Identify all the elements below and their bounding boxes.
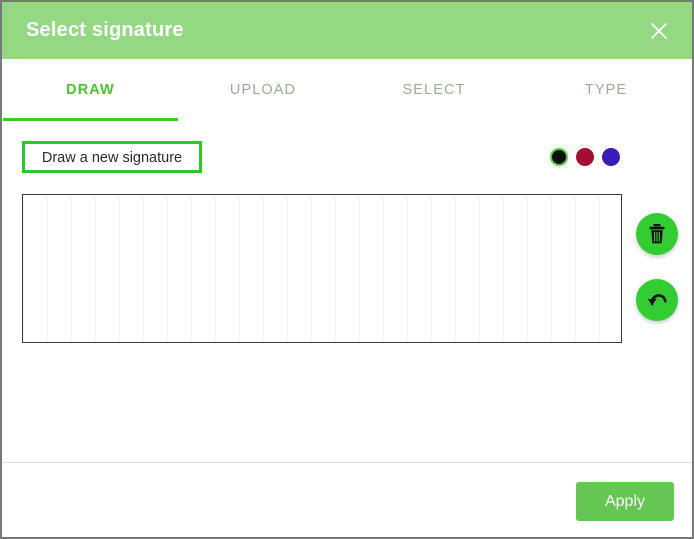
select-signature-dialog: Select signature DRAW UPLOAD SELECT TYPE… [0, 0, 694, 539]
tab-upload-label: UPLOAD [229, 82, 297, 98]
tab-type[interactable]: TYPE [520, 59, 692, 121]
tab-draw-label: DRAW [66, 82, 115, 98]
color-swatch-maroon[interactable] [576, 148, 594, 166]
tab-upload[interactable]: UPLOAD [178, 59, 348, 121]
dialog-footer: Apply [2, 462, 692, 537]
clear-signature-button[interactable] [636, 213, 678, 255]
signature-canvas[interactable] [22, 194, 622, 343]
color-swatch-indigo[interactable] [602, 148, 620, 166]
tab-select[interactable]: SELECT [348, 59, 520, 121]
tab-type-label: TYPE [584, 82, 628, 98]
apply-button[interactable]: Apply [576, 482, 674, 521]
tab-bar: DRAW UPLOAD SELECT TYPE [2, 59, 692, 121]
color-swatch-group [550, 148, 626, 168]
undo-button[interactable] [636, 279, 678, 321]
tab-select-label: SELECT [402, 82, 466, 98]
dialog-header: Select signature [2, 2, 692, 59]
draw-panel: Draw a new signature [2, 121, 692, 462]
draw-hint-box: Draw a new signature [22, 141, 202, 173]
draw-hint-label: Draw a new signature [41, 150, 183, 166]
dialog-title: Select signature [26, 19, 184, 41]
tab-draw[interactable]: DRAW [3, 59, 178, 121]
color-swatch-black[interactable] [550, 148, 568, 166]
close-icon[interactable] [647, 19, 671, 43]
